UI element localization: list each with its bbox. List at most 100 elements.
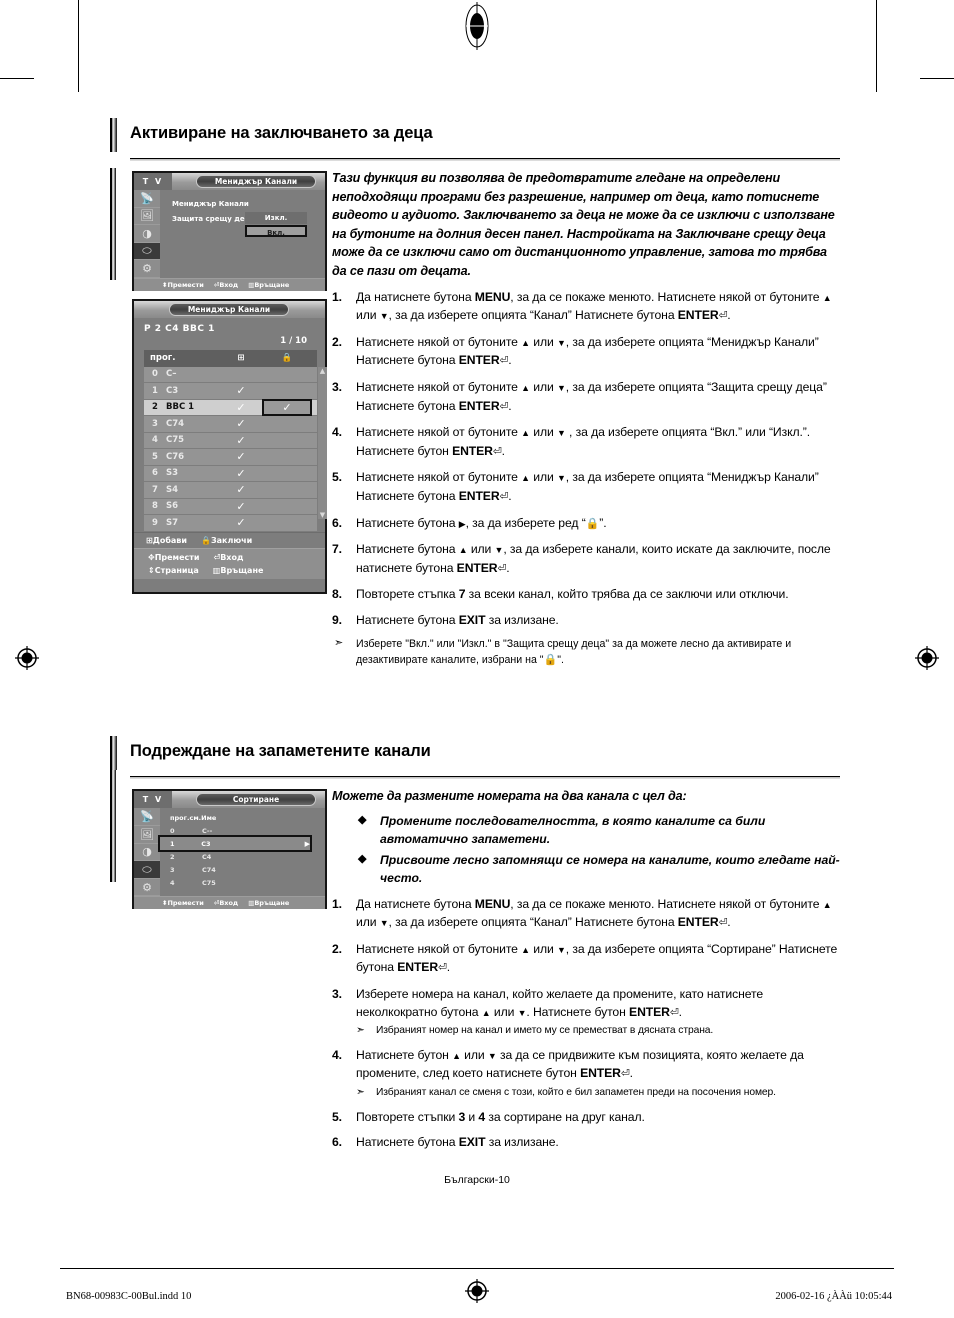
setup-icon[interactable]: ⚙ bbox=[134, 879, 160, 897]
list-item: 8. Повторете стъпка 7 за всеки канал, ко… bbox=[332, 586, 840, 604]
diamond-bullet-icon: ◆ bbox=[358, 814, 367, 827]
channel-table: прог. ⊞ 🔒 0 C– 1 C3 ✓ 2 BBC 1 ✓ ✓ 3 C74 … bbox=[144, 350, 327, 532]
row-ch: C3 bbox=[201, 839, 211, 848]
col-prog: прог. bbox=[150, 353, 176, 364]
crop-mark-top-right bbox=[876, 0, 877, 92]
step-number: 5. bbox=[332, 1109, 342, 1124]
list-item: 9. Натиснете бутона EXIT за излизане. bbox=[332, 612, 840, 630]
table-row[interactable]: 9 S7 ✓ bbox=[144, 515, 317, 532]
osd1-menu-label: Мениджър Канали bbox=[172, 200, 249, 208]
osd3-tv-label: T V bbox=[134, 791, 172, 809]
table-row[interactable]: 6 S3 ✓ bbox=[144, 465, 317, 482]
list-item: ◆ Промените последователността, в която … bbox=[358, 812, 840, 849]
footer-timestamp: 2006-02-16 ¿ÀÀü 10:05:44 bbox=[775, 1291, 892, 1302]
row-ch: C74 bbox=[202, 865, 216, 874]
row-no: 8 bbox=[152, 501, 158, 512]
sound-icon[interactable]: ◑ bbox=[134, 225, 160, 243]
step-text: Да натиснете бутона MENU, за да се покаж… bbox=[356, 896, 832, 930]
table-row[interactable]: 3 C74 ✓ bbox=[144, 416, 317, 433]
osd2-footer-enter: ⏎Вход bbox=[213, 552, 244, 562]
step-number: 3. bbox=[332, 987, 342, 1002]
col-sm: см. bbox=[189, 814, 202, 823]
table-row[interactable]: 1 C3 ✓ bbox=[144, 383, 317, 400]
antenna-icon[interactable]: 📡 bbox=[134, 808, 160, 827]
row-no: 0 bbox=[170, 826, 175, 835]
table-row-current[interactable]: 2 BBC 1 ✓ ✓ bbox=[144, 398, 317, 416]
section-divider bbox=[130, 158, 840, 161]
list-item[interactable]: 4 C75 bbox=[160, 876, 325, 889]
osd1-footer-return: ▥Връщане bbox=[248, 281, 290, 289]
row-add[interactable]: ✓ bbox=[218, 434, 264, 447]
osd1-option-off[interactable]: Изкл. bbox=[245, 212, 307, 224]
osd1-icon-rail: 📡 🖼 ◑ ⬭ ⚙ bbox=[134, 190, 160, 278]
row-no: 6 bbox=[152, 468, 158, 479]
action-lock[interactable]: 🔒Заключи bbox=[201, 536, 252, 545]
section-2-text: Можете да размените номерата на два кана… bbox=[332, 787, 840, 1151]
setup-icon[interactable]: ⚙ bbox=[134, 260, 160, 278]
osd3-titlebar: T V Сортиране bbox=[134, 791, 325, 809]
list-item[interactable]: 3 C74 bbox=[160, 863, 325, 876]
list-item: 5. Натиснете някой от бутоните ▲ или ▼, … bbox=[332, 469, 840, 506]
diamond-bullet-icon: ◆ bbox=[358, 852, 367, 865]
row-name: C75 bbox=[166, 435, 185, 446]
section-2-steps: 1. Да натиснете бутона MENU, за да се по… bbox=[332, 896, 840, 1152]
osd3-icon-rail: 📡 🖼 ◑ ⬭ ⚙ bbox=[134, 808, 160, 897]
step-text: Натиснете някой от бутоните ▲ или ▼ , за… bbox=[356, 425, 810, 458]
sound-icon[interactable]: ◑ bbox=[134, 844, 160, 862]
table-row[interactable]: 7 S4 ✓ bbox=[144, 482, 317, 499]
step-text: Натиснете бутона EXIT за излизане. bbox=[356, 612, 559, 627]
step-number: 9. bbox=[332, 612, 342, 627]
table-row[interactable]: 0 C– bbox=[144, 366, 317, 383]
row-add[interactable]: ✓ bbox=[218, 516, 264, 529]
osd1-footer: ⬍Премести ⏎Вход ▥Връщане bbox=[134, 278, 325, 291]
step-number: 4. bbox=[332, 1047, 342, 1062]
row-add[interactable]: ✓ bbox=[218, 450, 264, 463]
osd1-titlebar: T V Мениджър Канали bbox=[134, 173, 325, 190]
osd1-option-on[interactable]: Вкл. bbox=[245, 225, 307, 237]
row-add[interactable]: ✓ bbox=[218, 467, 264, 480]
subnote-text: Избраният канал се сменя с този, който е… bbox=[376, 1087, 776, 1099]
picture-icon[interactable]: 🖼 bbox=[134, 826, 160, 844]
row-add[interactable]: ✓ bbox=[218, 417, 264, 430]
row-no: 9 bbox=[152, 517, 158, 528]
list-item[interactable]: 2 C4 bbox=[160, 850, 325, 863]
satellite-icon[interactable]: ⬭ bbox=[134, 861, 160, 879]
action-add[interactable]: ⊞Добави bbox=[146, 536, 187, 545]
satellite-icon[interactable]: ⬭ bbox=[134, 242, 160, 261]
list-item: 4. Натиснете някой от бутоните ▲ или ▼ ,… bbox=[332, 424, 840, 461]
row-no: 1 bbox=[170, 839, 175, 848]
row-name: C76 bbox=[166, 451, 185, 462]
step-number: 3. bbox=[332, 379, 342, 394]
row-lock-selected[interactable]: ✓ bbox=[262, 398, 312, 416]
scroll-up-icon[interactable]: ▲ bbox=[320, 367, 325, 375]
picture-icon[interactable]: 🖼 bbox=[134, 208, 160, 226]
list-item[interactable]: 0 C-- bbox=[160, 824, 325, 837]
row-add[interactable]: ✓ bbox=[218, 500, 264, 513]
osd1-footer-move: ⬍Премести bbox=[162, 281, 204, 289]
scroll-down-icon[interactable]: ▼ bbox=[320, 511, 325, 519]
note-marker-icon: ➣ bbox=[334, 637, 344, 650]
row-add[interactable]: ✓ bbox=[218, 483, 264, 496]
table-row[interactable]: 4 C75 ✓ bbox=[144, 432, 317, 449]
step-text: Натиснете някой от бутоните ▲ или ▼, за … bbox=[356, 941, 838, 975]
row-add[interactable]: ✓ bbox=[218, 384, 264, 397]
footer-rule bbox=[60, 1268, 894, 1269]
table-row[interactable]: 8 S6 ✓ bbox=[144, 498, 317, 515]
step-number: 8. bbox=[332, 587, 342, 602]
step-number: 4. bbox=[332, 425, 342, 440]
antenna-icon[interactable]: 📡 bbox=[134, 190, 160, 208]
scrollbar[interactable]: ▲ ▼ bbox=[318, 367, 327, 519]
row-no: 4 bbox=[152, 435, 158, 446]
osd3-title: Сортиране bbox=[196, 793, 316, 807]
step-text: Натиснете бутона ▶, за да изберете ред “… bbox=[356, 515, 607, 530]
section-1-text: Тази функция ви позволява де предотврати… bbox=[332, 169, 840, 668]
row-add[interactable]: ✓ bbox=[218, 401, 264, 414]
osd2-footer-return: ▥Връщане bbox=[212, 565, 264, 575]
row-name: S3 bbox=[166, 468, 179, 479]
osd2-footer: ✥Премести ⏎Вход ⇕Страница ▥Връщане bbox=[134, 547, 325, 579]
list-item-selected[interactable]: 1 C3 ▶ bbox=[158, 835, 312, 853]
footer-filename: BN68-00983C-00Bul.indd 10 bbox=[66, 1291, 192, 1302]
step-text: Натиснете някой от бутоните ▲ или ▼, за … bbox=[356, 334, 819, 368]
step-number: 2. bbox=[332, 941, 342, 956]
table-row[interactable]: 5 C76 ✓ bbox=[144, 449, 317, 466]
